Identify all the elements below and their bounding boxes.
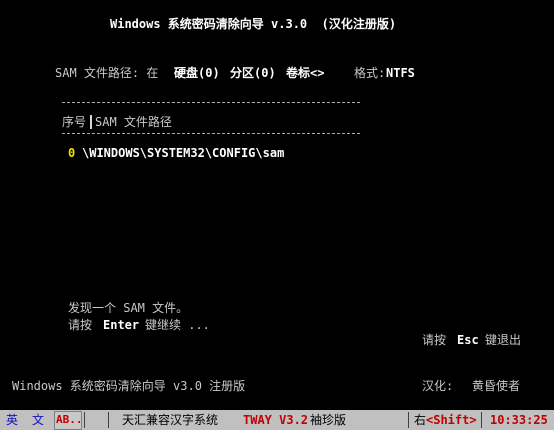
system-name: 天汇兼容汉字系统 bbox=[122, 413, 219, 427]
window-title: Windows 系统密码清除向导 v.3.0 (汉化注册版) bbox=[110, 17, 397, 31]
right-label: 右 bbox=[414, 413, 427, 427]
system-edition: 袖珍版 bbox=[310, 413, 347, 427]
status-divider bbox=[481, 412, 482, 428]
found-message: 发现一个 SAM 文件。 bbox=[68, 301, 189, 315]
input-mode: AB.. bbox=[56, 413, 83, 426]
translator-name: 黄昏使者 bbox=[472, 379, 521, 393]
translator-label: 汉化: bbox=[422, 379, 454, 393]
format-label: 格式: bbox=[354, 66, 386, 80]
disk-value: 硬盘(0) bbox=[174, 66, 220, 80]
lang-indicator-2[interactable]: 文 bbox=[32, 410, 44, 430]
volume-value: 卷标<> bbox=[286, 66, 325, 80]
row-index: 0 bbox=[68, 146, 76, 160]
table-top-rule bbox=[62, 102, 360, 103]
partition-value: 分区(0) bbox=[230, 66, 276, 80]
row-path: \WINDOWS\SYSTEM32\CONFIG\sam bbox=[82, 146, 285, 160]
press-prefix: 请按 bbox=[68, 318, 93, 332]
system-brand: TWAY V3.2 bbox=[243, 413, 309, 427]
esc-key: Esc bbox=[457, 333, 479, 347]
exit-prefix: 请按 bbox=[422, 333, 447, 347]
table-header-rule bbox=[62, 133, 360, 134]
shift-key-indicator: <Shift> bbox=[426, 413, 477, 427]
format-value: NTFS bbox=[386, 66, 415, 80]
clock-time: 10:33:25 bbox=[490, 413, 548, 427]
sam-path-label: SAM 文件路径: 在 bbox=[55, 66, 159, 80]
ime-status-bar: 英 文 AB.. 天汇兼容汉字系统 TWAY V3.2 袖珍版 右 <Shift… bbox=[0, 410, 554, 430]
status-divider bbox=[408, 412, 409, 428]
enter-key: Enter bbox=[103, 318, 140, 332]
lang-indicator-1[interactable]: 英 bbox=[6, 410, 18, 430]
input-mode-box[interactable]: AB.. bbox=[54, 411, 83, 430]
exit-suffix: 键退出 bbox=[485, 333, 522, 347]
column-header-index: 序号 bbox=[62, 115, 87, 129]
status-divider bbox=[108, 412, 109, 428]
status-divider bbox=[84, 412, 85, 428]
column-header-path: SAM 文件路径 bbox=[95, 115, 172, 129]
press-suffix: 键继续 ... bbox=[145, 318, 210, 332]
footer-app-name: Windows 系统密码清除向导 v3.0 注册版 bbox=[12, 379, 246, 393]
column-separator bbox=[90, 115, 92, 129]
